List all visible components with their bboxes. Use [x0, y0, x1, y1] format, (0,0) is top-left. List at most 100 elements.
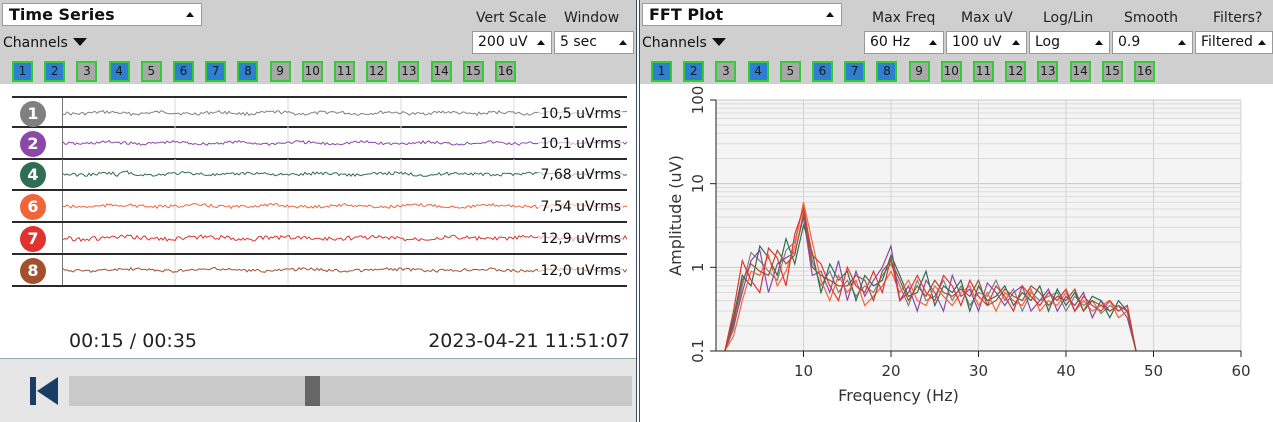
caret-up-icon — [1178, 40, 1186, 45]
scrubber-handle[interactable] — [304, 376, 320, 406]
ts-channel-button-1[interactable]: 1 — [12, 61, 33, 82]
trace-row-ch4: 4 7,68 uVrms — [12, 159, 627, 192]
fft-channel-button-8[interactable]: 8 — [876, 61, 898, 82]
fft-channel-button-10[interactable]: 10 — [940, 61, 962, 82]
fft-channel-button-16[interactable]: 16 — [1134, 61, 1155, 82]
trace-row-ch2: 2 10,1 uVrms — [12, 127, 627, 160]
skip-to-start-icon[interactable] — [29, 376, 59, 406]
filters-label: Filters? — [1213, 10, 1263, 26]
ts-channel-buttons: 1 2 3 4 5 6 7 8 9 10 11 12 13 14 15 16 — [0, 57, 636, 84]
ts-channel-button-9[interactable]: 9 — [269, 61, 291, 82]
fft-controls-bar: Channels 60 Hz 100 uV Log 0.9 Filtered — [640, 28, 1273, 57]
ts-channel-button-11[interactable]: 11 — [334, 61, 355, 82]
fft-channel-button-3[interactable]: 3 — [715, 61, 737, 82]
y-tick-label: 100 — [689, 86, 707, 115]
time-series-panel: Time Series Vert Scale Window Channels 2… — [0, 0, 637, 422]
smooth-select[interactable]: 0.9 — [1112, 31, 1193, 54]
ts-title: Time Series — [9, 5, 115, 24]
trace-row-ch7: 7 12,9 uVrms — [12, 222, 627, 255]
ts-channel-button-5[interactable]: 5 — [140, 61, 162, 82]
trace-row-ch1: 1 10,5 uVrms — [12, 96, 627, 128]
trace-rms-ch4: 7,68 uVrms — [538, 167, 623, 184]
fft-channel-button-4[interactable]: 4 — [747, 61, 769, 82]
ts-channel-button-12[interactable]: 12 — [366, 61, 388, 82]
fft-channel-button-9[interactable]: 9 — [908, 61, 930, 82]
trace-row-ch8: 8 12,0 uVrms — [12, 254, 627, 287]
channel-badge-8[interactable]: 8 — [20, 257, 46, 284]
filters-select[interactable]: Filtered — [1195, 31, 1273, 54]
channel-badge-6[interactable]: 6 — [20, 194, 46, 221]
ts-channel-button-4[interactable]: 4 — [108, 61, 130, 82]
ts-channels-dropdown[interactable]: Channels — [3, 35, 87, 51]
triangle-down-icon — [72, 38, 87, 46]
smooth-value: 0.9 — [1118, 34, 1141, 50]
loglin-select[interactable]: Log — [1029, 31, 1110, 54]
fft-channel-buttons: 1 2 3 4 5 6 7 8 9 10 11 12 13 14 15 16 — [640, 57, 1273, 84]
x-tick-label: 10 — [794, 362, 813, 380]
ts-channel-button-13[interactable]: 13 — [398, 61, 420, 82]
fft-title: FFT Plot — [649, 5, 724, 24]
caret-up-icon — [186, 12, 194, 17]
ts-channels-label: Channels — [3, 35, 68, 51]
vert-scale-select[interactable]: 200 uV — [472, 31, 552, 54]
trace-rms-ch6: 7,54 uVrms — [538, 199, 623, 216]
channel-badge-1[interactable]: 1 — [20, 101, 46, 127]
vert-scale-label: Vert Scale — [476, 10, 547, 26]
fft-chart: 10 20 30 40 50 60 0.1 1 10 100 Frequency (Hz) Ampli… — [666, 86, 1251, 405]
time-series-plot: 1 10,5 uVrms 2 10,1 uVrms 4 7,68 uVrms 6 7,54 u… — [12, 96, 627, 287]
fft-channel-button-12[interactable]: 12 — [1005, 61, 1027, 82]
ts-channel-button-6[interactable]: 6 — [173, 61, 194, 82]
max-uv-label: Max uV — [961, 10, 1013, 26]
ts-channel-button-8[interactable]: 8 — [237, 61, 259, 82]
caret-up-icon — [929, 40, 937, 45]
window-label: Window — [564, 10, 620, 26]
max-freq-label: Max Freq — [872, 10, 936, 26]
x-axis-label: Frequency (Hz) — [838, 386, 959, 405]
ts-channel-button-10[interactable]: 10 — [301, 61, 323, 82]
fft-channel-button-13[interactable]: 13 — [1037, 61, 1059, 82]
trace-rms-ch1: 10,5 uVrms — [538, 106, 623, 122]
fft-channel-button-1[interactable]: 1 — [651, 61, 672, 82]
fft-channels-dropdown[interactable]: Channels — [642, 35, 726, 51]
channel-badge-2[interactable]: 2 — [20, 130, 46, 157]
trace-row-ch6: 6 7,54 uVrms — [12, 191, 627, 224]
loglin-label: Log/Lin — [1043, 10, 1094, 26]
ts-channel-button-7[interactable]: 7 — [205, 61, 227, 82]
window-value: 5 sec — [560, 34, 597, 50]
fft-channel-button-7[interactable]: 7 — [844, 61, 866, 82]
trace-rms-ch2: 10,1 uVrms — [538, 135, 623, 152]
caret-up-icon — [1095, 40, 1103, 45]
x-tick-label: 30 — [969, 362, 988, 380]
max-uv-select[interactable]: 100 uV — [946, 31, 1027, 54]
y-tick-label: 1 — [689, 263, 707, 273]
max-freq-select[interactable]: 60 Hz — [864, 31, 944, 54]
ts-channel-button-3[interactable]: 3 — [76, 61, 98, 82]
playback-timestamp: 2023-04-21 11:51:07 — [428, 330, 630, 352]
y-axis-label: Amplitude (uV) — [666, 155, 685, 276]
fft-widget-selector[interactable]: FFT Plot — [642, 3, 842, 26]
filters-value: Filtered — [1201, 34, 1253, 50]
playback-scrubber[interactable] — [69, 376, 632, 406]
fft-channel-button-11[interactable]: 11 — [973, 61, 994, 82]
ts-widget-selector[interactable]: Time Series — [2, 3, 202, 26]
x-tick-label: 50 — [1144, 362, 1163, 380]
fft-channel-button-15[interactable]: 15 — [1101, 61, 1123, 82]
channel-badge-4[interactable]: 4 — [20, 162, 46, 189]
fft-channel-button-6[interactable]: 6 — [812, 61, 833, 82]
fft-panel: FFT Plot Max Freq Max uV Log/Lin Smooth … — [639, 0, 1273, 422]
ts-channel-button-14[interactable]: 14 — [430, 61, 452, 82]
fft-channel-button-14[interactable]: 14 — [1069, 61, 1091, 82]
vert-scale-value: 200 uV — [478, 34, 528, 50]
channel-badge-7[interactable]: 7 — [20, 225, 46, 252]
ts-channel-button-2[interactable]: 2 — [44, 61, 66, 82]
y-tick-label: 0.1 — [689, 339, 707, 363]
playback-time: 00:15 / 00:35 — [69, 330, 197, 352]
trace-rms-ch7: 12,9 uVrms — [538, 230, 623, 247]
trace-rms-ch8: 12,0 uVrms — [538, 262, 623, 279]
caret-up-icon — [619, 40, 627, 45]
fft-channel-button-5[interactable]: 5 — [779, 61, 801, 82]
ts-channel-button-15[interactable]: 15 — [462, 61, 484, 82]
fft-channel-button-2[interactable]: 2 — [683, 61, 705, 82]
window-select[interactable]: 5 sec — [554, 31, 634, 54]
ts-channel-button-16[interactable]: 16 — [495, 61, 516, 82]
